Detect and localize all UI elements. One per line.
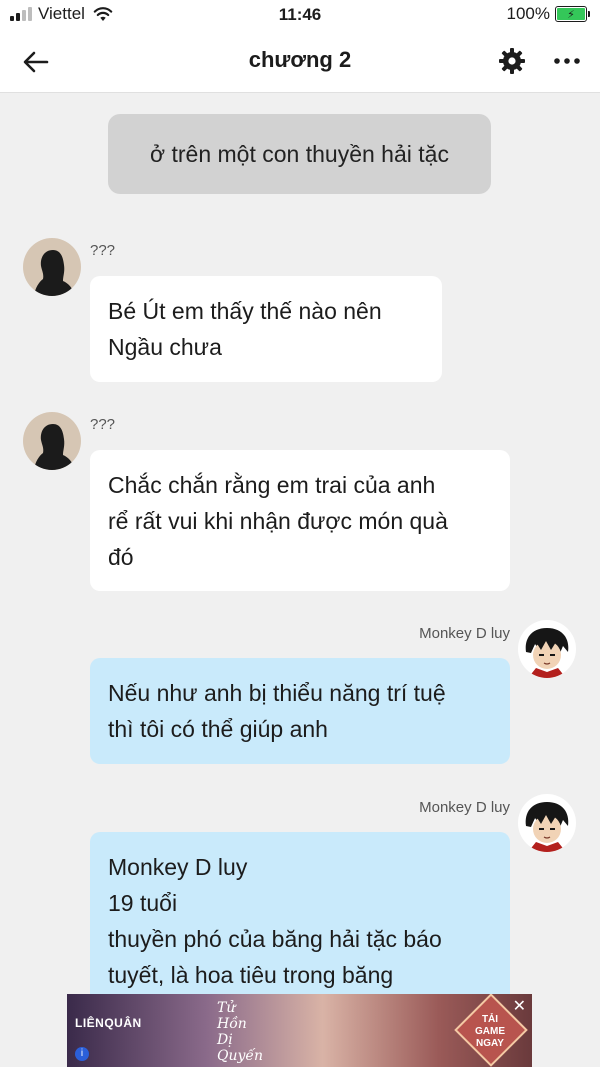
message-line: Bé Út em thấy thế nào nên	[108, 298, 382, 324]
message-line: Monkey D luy	[108, 854, 248, 880]
message-line: Chắc chắn rằng em trai của anh	[108, 472, 436, 498]
status-right: 100% ⚡	[507, 4, 590, 24]
ad-script-line: Tử	[217, 1000, 236, 1016]
message-line: 19 tuổi	[108, 890, 178, 916]
narration-text: ở trên một con thuyền hải tặc	[150, 140, 449, 167]
message-line: Ngầu chưa	[108, 334, 222, 360]
ad-logo: LIÊNQUÂN	[75, 1016, 142, 1030]
avatar-character[interactable]	[518, 620, 576, 678]
ad-script-line: Quyến	[217, 1048, 264, 1064]
sender-name: ???	[90, 416, 116, 433]
ad-script-line: Dị	[217, 1032, 233, 1048]
message-line: tuyết, là hoa tiêu trong băng	[108, 962, 394, 988]
avatar-character[interactable]	[518, 794, 576, 852]
more-horizontal-icon[interactable]	[552, 47, 582, 75]
message-bubble: Nếu như anh bị thiểu năng trí tuệ thì tô…	[90, 658, 510, 764]
message-line: rể rất vui khi nhận được món quà	[108, 508, 448, 534]
charging-icon: ⚡	[567, 8, 575, 21]
close-icon[interactable]: ✕	[513, 996, 526, 1016]
battery-cap	[588, 11, 590, 17]
ad-cta-text[interactable]: TẢI GAME NGAY	[460, 1014, 520, 1050]
ad-cta-line: GAME	[475, 1026, 505, 1037]
narration-bubble: ở trên một con thuyền hải tặc	[108, 114, 491, 194]
sender-name: Monkey D luy	[419, 625, 510, 642]
message-line: thì tôi có thể giúp anh	[108, 716, 328, 742]
message-line: đó	[108, 544, 134, 570]
battery-icon: ⚡	[555, 6, 587, 22]
sender-name: Monkey D luy	[419, 799, 510, 816]
ad-script-line: Hồn	[217, 1016, 247, 1032]
avatar-silhouette[interactable]	[23, 238, 81, 296]
ad-banner[interactable]: LIÊNQUÂN Tử Hồn Dị Quyến TẢI GAME NGAY ✕…	[67, 994, 532, 1067]
chapter-header: chương 2	[0, 30, 600, 93]
ad-script-text: Tử Hồn Dị Quyến	[217, 1000, 263, 1064]
status-bar: Viettel 11:46 100% ⚡	[0, 0, 600, 30]
avatar-silhouette[interactable]	[23, 412, 81, 470]
message-line: Nếu như anh bị thiểu năng trí tuệ	[108, 680, 446, 706]
message-bubble: Chắc chắn rằng em trai của anh rể rất vu…	[90, 450, 510, 591]
message-line: thuyền phó của băng hải tặc báo	[108, 926, 442, 952]
gear-icon[interactable]	[498, 47, 526, 75]
ad-cta-line: TẢI	[481, 1014, 499, 1025]
sender-name: ???	[90, 242, 116, 259]
ad-cta-line: NGAY	[476, 1038, 504, 1049]
battery-percent: 100%	[506, 4, 550, 23]
info-icon[interactable]: i	[75, 1047, 89, 1061]
message-bubble: Bé Út em thấy thế nào nên Ngầu chưa	[90, 276, 442, 382]
